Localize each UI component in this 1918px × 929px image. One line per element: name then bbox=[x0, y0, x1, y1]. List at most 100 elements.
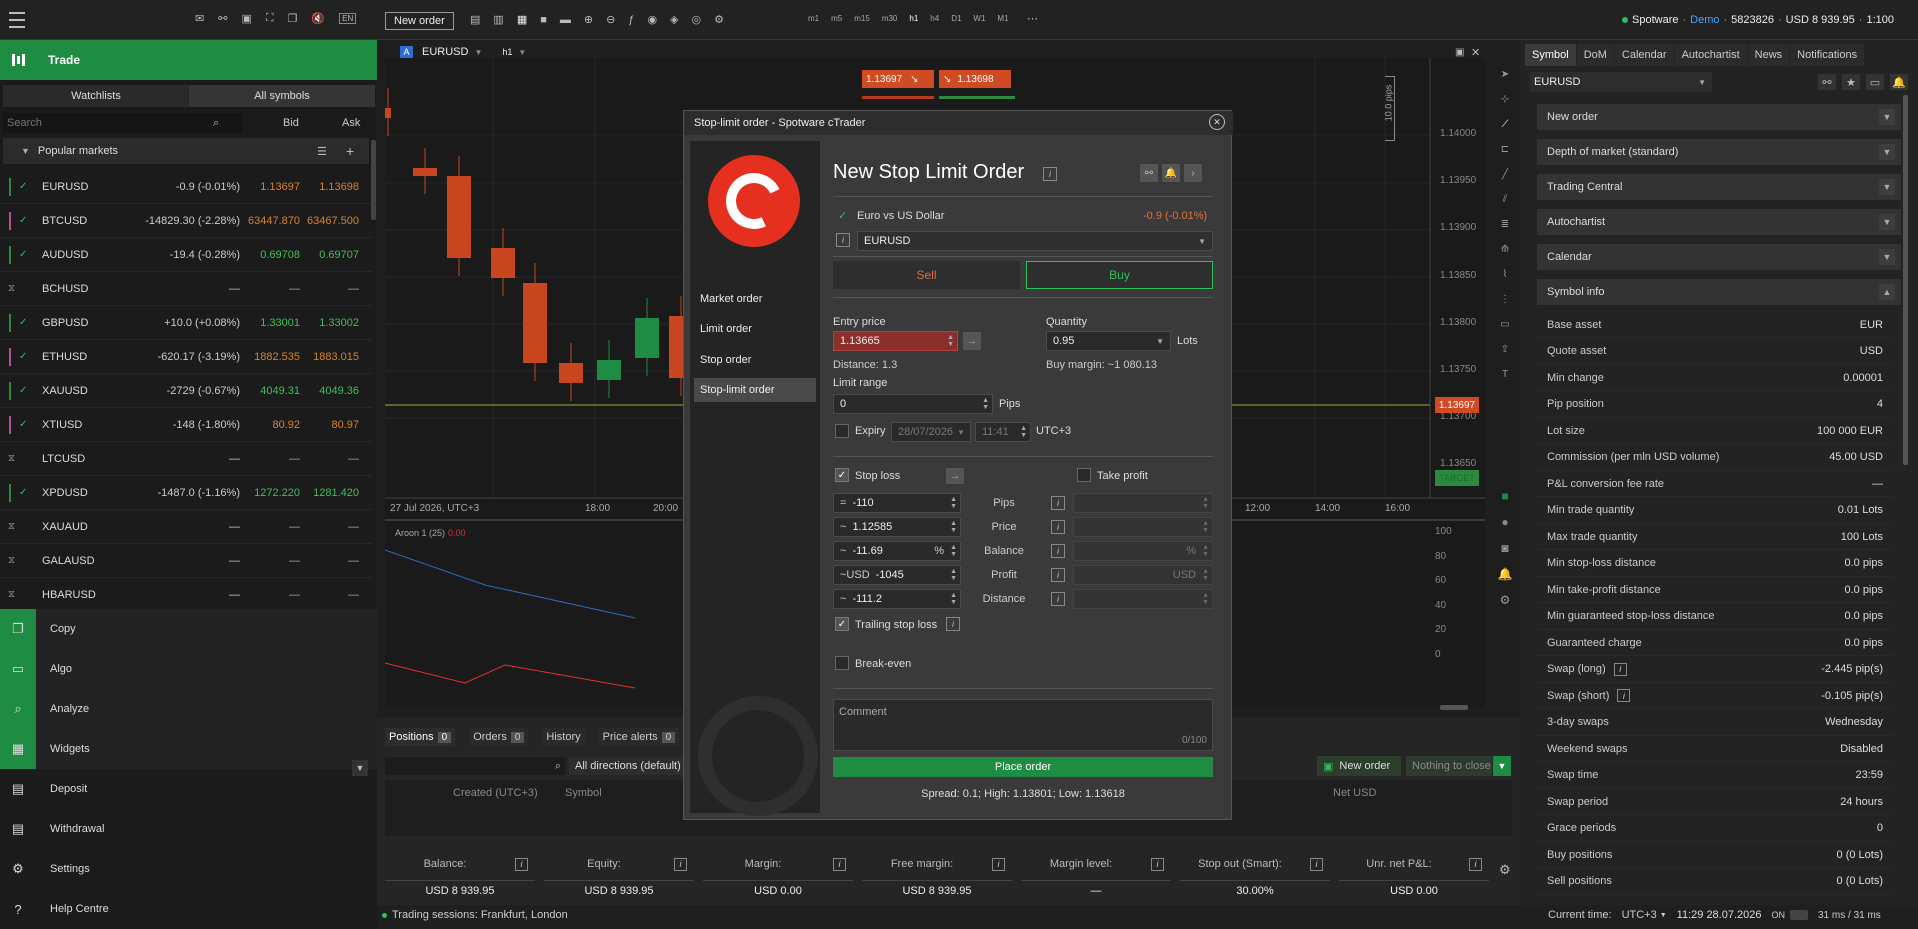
break-even-label: Break-even bbox=[855, 658, 912, 670]
approx-prefix: ~ bbox=[840, 545, 847, 557]
expiry-checkbox[interactable] bbox=[835, 424, 849, 438]
order-type-market-order[interactable]: Market order bbox=[694, 287, 816, 311]
stepper[interactable]: ▲ ▼ bbox=[1202, 592, 1209, 606]
alert-icon[interactable]: 🔔 bbox=[1162, 164, 1180, 182]
stepper[interactable]: ▲ ▼ bbox=[1202, 520, 1209, 534]
expiry-timezone: UTC+3 bbox=[1036, 425, 1072, 437]
row-info-icon[interactable]: i bbox=[1051, 544, 1065, 558]
stop-loss-price-input[interactable]: ~1.12585 ▲ ▼ bbox=[833, 517, 961, 537]
entry-price-stepper[interactable]: ▲ ▼ bbox=[947, 334, 954, 348]
stop-loss-distance-input[interactable]: ~ -111.2 ▲ ▼ bbox=[833, 589, 961, 609]
place-order-label: Place order bbox=[994, 761, 1052, 773]
limit-range-label: Limit range bbox=[833, 377, 888, 389]
row-label: Balance bbox=[984, 545, 1024, 557]
entry-arrow-button[interactable]: → bbox=[963, 332, 981, 350]
buy-margin-info: Buy margin: ~1 080.13 bbox=[1046, 359, 1157, 371]
stepper[interactable]: ▲ ▼ bbox=[950, 592, 957, 606]
row-info-icon[interactable]: i bbox=[1051, 496, 1065, 510]
stepper[interactable]: ▲ ▼ bbox=[1202, 544, 1209, 558]
expand-icon[interactable]: › bbox=[1184, 164, 1202, 182]
stepper[interactable]: ▲ ▼ bbox=[950, 568, 957, 582]
order-type-stop-limit-order[interactable]: Stop-limit order bbox=[694, 378, 816, 402]
check-icon: ✓ bbox=[838, 210, 848, 222]
buy-button[interactable]: Buy bbox=[1026, 261, 1213, 289]
comment-placeholder: Comment bbox=[839, 706, 887, 718]
info-icon[interactable]: i bbox=[1043, 167, 1057, 181]
stop-loss-arrow-button[interactable]: → bbox=[946, 468, 964, 484]
trailing-info-icon[interactable]: i bbox=[946, 617, 960, 631]
stepper[interactable]: ▲ ▼ bbox=[1202, 496, 1209, 510]
take-profit-balance-input[interactable]: % ▲ ▼ bbox=[1073, 541, 1213, 561]
entry-price-input[interactable]: 1.13665 ▲ ▼ bbox=[833, 331, 958, 351]
stop-loss-profit-input[interactable]: ~USD -1045 ▲ ▼ bbox=[833, 565, 961, 585]
place-order-button[interactable]: Place order bbox=[833, 757, 1213, 777]
unit-suffix: % bbox=[934, 545, 944, 557]
watermark-logo bbox=[698, 696, 818, 816]
approx-prefix: ~ bbox=[840, 521, 847, 533]
take-profit-label: Take profit bbox=[1097, 470, 1148, 482]
row-label: Profit bbox=[991, 569, 1017, 581]
order-type-sidebar: Market order Limit order Stop order Stop-li… bbox=[690, 141, 820, 816]
symbol-value: EURUSD bbox=[864, 235, 911, 247]
quantity-label: Quantity bbox=[1046, 316, 1087, 328]
row-label: Distance bbox=[982, 593, 1026, 605]
expiry-date-value: 28/07/2026 bbox=[898, 426, 954, 438]
approx-prefix: ~ bbox=[840, 593, 847, 605]
limit-range-stepper[interactable]: ▲ ▼ bbox=[982, 397, 989, 411]
take-profit-pips-input[interactable]: ▲ ▼ bbox=[1073, 493, 1213, 513]
take-profit-checkbox[interactable] bbox=[1077, 468, 1091, 482]
order-type-stop-order[interactable]: Stop order bbox=[694, 348, 816, 372]
order-type-label: Stop-limit order bbox=[700, 384, 775, 396]
symbol-dropdown[interactable]: EURUSD ▼ bbox=[857, 231, 1213, 251]
stop-loss-value: 1.12585 bbox=[852, 521, 893, 533]
quantity-value: 0.95 bbox=[1053, 335, 1075, 347]
comment-field[interactable]: Comment 0/100 bbox=[833, 699, 1213, 751]
share-order-icon[interactable]: ⚯ bbox=[1140, 164, 1158, 182]
trailing-stop-checkbox[interactable]: ✓ bbox=[835, 617, 849, 631]
dialog-titlebar[interactable]: Stop-limit order - Spotware cTrader ✕ bbox=[684, 111, 1233, 135]
spread-info: Spread: 0.1; High: 1.13801; Low: 1.13618 bbox=[921, 788, 1125, 800]
approx-prefix: ~USD bbox=[840, 569, 870, 581]
expiry-date-input[interactable]: 28/07/2026 ▼ bbox=[891, 422, 971, 442]
stepper[interactable]: ▲ ▼ bbox=[950, 496, 957, 510]
stop-loss-balance-input[interactable]: ~ -11.69% ▲ ▼ bbox=[833, 541, 961, 561]
row-info-icon[interactable]: i bbox=[1051, 568, 1065, 582]
stop-loss-pips-input[interactable]: = -110 ▲ ▼ bbox=[833, 493, 961, 513]
limit-range-value: 0 bbox=[840, 398, 847, 410]
close-dialog-icon[interactable]: ✕ bbox=[1209, 114, 1225, 130]
sell-label: Sell bbox=[916, 268, 937, 282]
row-info-icon[interactable]: i bbox=[1051, 592, 1065, 606]
buy-label: Buy bbox=[1109, 268, 1130, 282]
dialog-heading: New Stop Limit Order bbox=[833, 161, 1025, 183]
expiry-time-input[interactable]: 11:41 ▲ ▼ bbox=[975, 422, 1031, 442]
comment-count: 0/100 bbox=[1181, 735, 1207, 746]
expiry-time-value: 11:41 bbox=[982, 426, 1009, 438]
limit-range-input[interactable]: 0 ▲ ▼ bbox=[833, 394, 993, 414]
sell-button[interactable]: Sell bbox=[833, 261, 1020, 289]
stop-limit-dialog: Stop-limit order - Spotware cTrader ✕ Ma… bbox=[683, 110, 1233, 820]
stop-loss-value: -111.2 bbox=[852, 593, 882, 605]
order-type-limit-order[interactable]: Limit order bbox=[694, 317, 816, 341]
stepper[interactable]: ▲ ▼ bbox=[1202, 568, 1209, 582]
stop-loss-label: Stop loss bbox=[855, 470, 901, 482]
unit-suffix: USD bbox=[1172, 569, 1196, 581]
symbol-info-icon[interactable]: i bbox=[836, 233, 850, 247]
row-info-icon[interactable]: i bbox=[1051, 520, 1065, 534]
dialog-title: Stop-limit order - Spotware cTrader bbox=[694, 117, 866, 129]
stop-loss-checkbox[interactable]: ✓ bbox=[835, 468, 849, 482]
take-profit-distance-input[interactable]: ▲ ▼ bbox=[1073, 589, 1213, 609]
expiry-label: Expiry bbox=[855, 425, 886, 437]
instrument-change: -0.9 (-0.01%) bbox=[1143, 210, 1208, 222]
break-even-checkbox[interactable] bbox=[835, 656, 849, 670]
stepper[interactable]: ▲ ▼ bbox=[950, 544, 957, 558]
row-label: Pips bbox=[993, 497, 1015, 509]
stop-loss-value: -11.69 bbox=[852, 545, 883, 557]
entry-price-label: Entry price bbox=[833, 316, 886, 328]
stop-loss-value: -110 bbox=[852, 497, 874, 509]
ctrader-logo bbox=[708, 155, 800, 247]
take-profit-profit-input[interactable]: USD ▲ ▼ bbox=[1073, 565, 1213, 585]
quantity-input[interactable]: 0.95 ▼ bbox=[1046, 331, 1171, 351]
stepper[interactable]: ▲ ▼ bbox=[950, 520, 957, 534]
entry-price-value: 1.13665 bbox=[840, 335, 880, 347]
take-profit-price-input[interactable]: ▲ ▼ bbox=[1073, 517, 1213, 537]
